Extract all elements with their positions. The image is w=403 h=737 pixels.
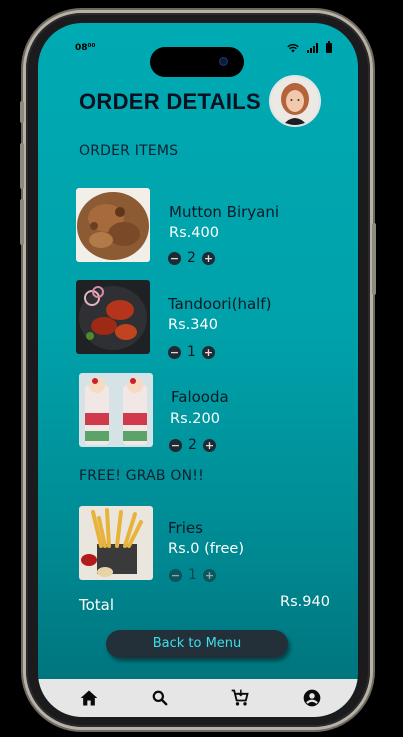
mute-switch <box>20 101 24 123</box>
order-items-heading: ORDER ITEMS <box>79 143 179 159</box>
item-name: Falooda <box>171 388 229 406</box>
decrease-button[interactable]: − <box>169 568 182 582</box>
total-value: Rs.940 <box>280 594 330 610</box>
volume-up-button <box>20 143 24 189</box>
decrease-button[interactable]: − <box>168 251 181 265</box>
free-section-heading: FREE! GRAB ON!! <box>79 468 204 484</box>
tandoori-image <box>76 280 150 354</box>
mutton-biryani-image <box>76 188 150 262</box>
total-label: Total <box>79 596 115 614</box>
increase-button[interactable]: + <box>201 345 215 359</box>
status-time: 08⁰⁰ <box>75 43 96 53</box>
falooda-image <box>79 373 153 447</box>
volume-down-button <box>20 199 24 245</box>
cart-icon <box>231 689 249 706</box>
decrease-button[interactable]: − <box>168 345 181 359</box>
item-price: Rs.400 <box>169 225 219 241</box>
item-name: Mutton Biryani <box>169 203 280 221</box>
user-photo <box>271 77 319 125</box>
signal-icon <box>307 43 318 53</box>
page-title: ORDER DETAILS <box>79 89 261 114</box>
increase-button[interactable]: + <box>202 568 216 582</box>
increase-button[interactable]: + <box>202 438 216 452</box>
account-icon <box>303 689 321 707</box>
item-name: Fries <box>168 519 203 537</box>
app-screen: 08⁰⁰ ORDER DETAILS ORDER ITEMS Mutton Bi… <box>38 23 358 717</box>
battery-icon <box>326 41 332 53</box>
item-name: Tandoori(half) <box>168 295 272 313</box>
nav-search[interactable] <box>137 679 183 717</box>
quantity-stepper: − 1 + <box>169 567 216 583</box>
search-icon <box>152 690 168 706</box>
item-price: Rs.0 (free) <box>168 541 244 557</box>
quantity-value: 1 <box>188 567 197 583</box>
power-button <box>372 223 376 295</box>
avatar[interactable] <box>269 75 321 127</box>
home-icon <box>80 690 98 706</box>
nav-account[interactable] <box>289 679 335 717</box>
quantity-stepper: − 2 + <box>169 437 216 453</box>
status-bar: 08⁰⁰ <box>38 41 358 77</box>
back-to-menu-button[interactable]: Back to Menu <box>106 630 288 658</box>
fries-image <box>79 506 153 580</box>
phone-frame: 08⁰⁰ ORDER DETAILS ORDER ITEMS Mutton Bi… <box>20 13 376 727</box>
quantity-stepper: − 1 + <box>168 344 215 360</box>
quantity-value: 2 <box>188 437 197 453</box>
item-price: Rs.200 <box>170 411 220 427</box>
increase-button[interactable]: + <box>201 251 215 265</box>
nav-cart[interactable] <box>217 679 263 717</box>
quantity-value: 2 <box>187 250 196 266</box>
quantity-value: 1 <box>187 344 196 360</box>
dynamic-island <box>150 47 244 77</box>
nav-home[interactable] <box>66 679 112 717</box>
bottom-nav <box>38 679 358 717</box>
quantity-stepper: − 2 + <box>168 250 215 266</box>
camera-icon <box>219 57 228 66</box>
item-price: Rs.340 <box>168 317 218 333</box>
wifi-icon <box>287 43 299 53</box>
decrease-button[interactable]: − <box>169 438 182 452</box>
